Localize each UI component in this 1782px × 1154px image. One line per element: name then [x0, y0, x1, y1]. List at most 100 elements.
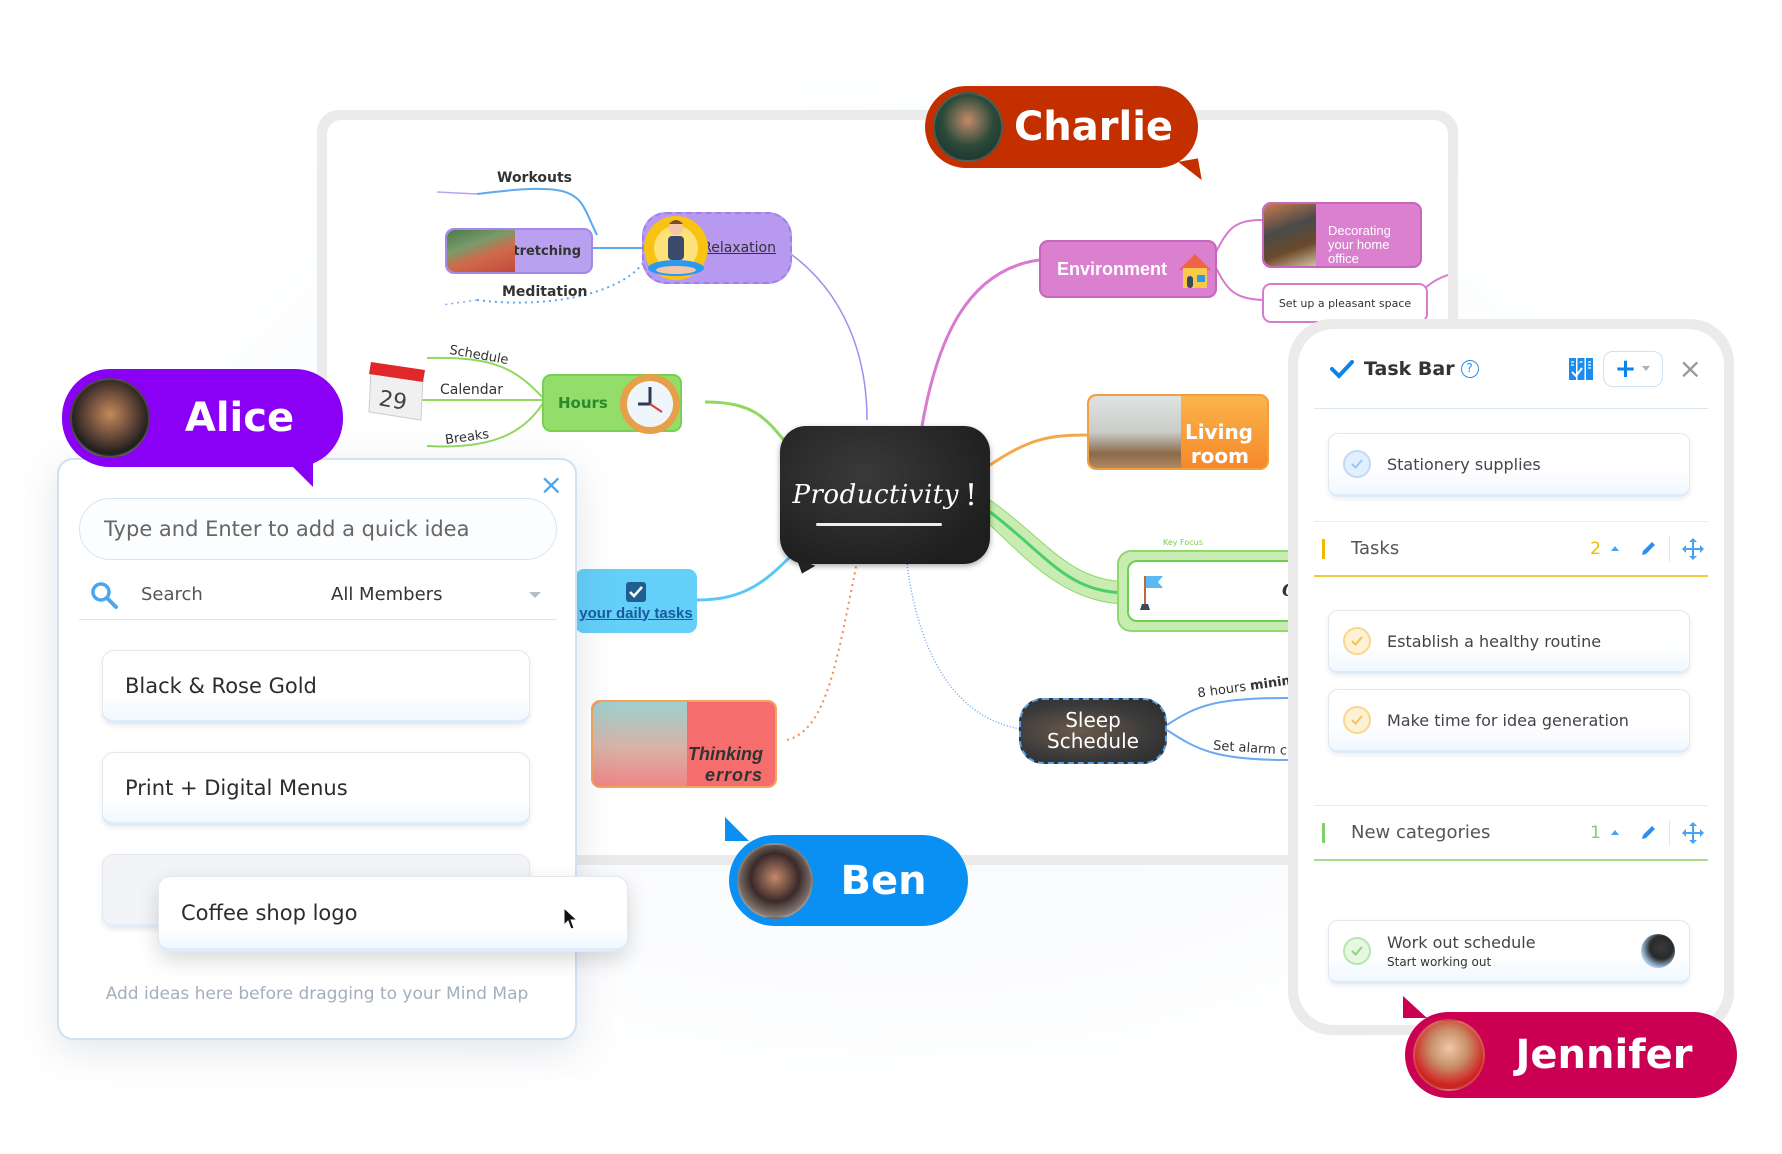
central-node[interactable]: Productivity !	[780, 426, 990, 578]
task-status-checkbox[interactable]	[1343, 937, 1371, 965]
task-bar-panel: Task Bar ? + × Stationery supplies Tasks…	[1298, 329, 1724, 1025]
connector-hours-central	[704, 400, 794, 451]
node-hours[interactable]: Hours	[542, 374, 682, 434]
branch-label-calendar[interactable]: Calendar	[440, 382, 503, 398]
clock-icon	[620, 374, 680, 434]
collaborator-alice: Alice	[62, 369, 343, 487]
calendar-icon: 29	[368, 362, 425, 421]
search-input[interactable]: Search	[141, 584, 331, 605]
plus-icon: +	[1614, 353, 1637, 384]
search-icon[interactable]	[89, 580, 119, 610]
collaborator-ben: Ben	[725, 817, 968, 926]
search-filter-row: Search All Members	[79, 570, 557, 620]
avatar-ben	[737, 842, 813, 919]
task-item[interactable]: Work out schedule Start working out	[1328, 920, 1690, 984]
node-stretching[interactable]: Stretching	[445, 228, 593, 274]
collaborator-name: Charlie	[1013, 104, 1174, 150]
collaborator-name: Ben	[840, 857, 927, 904]
node-thinking-errors-label-2: errors	[704, 765, 763, 785]
move-icon[interactable]	[1682, 537, 1704, 560]
connector-relaxation-central	[781, 247, 868, 421]
collaborator-name: Jennifer	[1515, 1032, 1693, 1078]
collapse-icon[interactable]	[1611, 830, 1619, 835]
task-text: Stationery supplies	[1387, 454, 1541, 474]
task-subtext: Start working out	[1387, 955, 1492, 969]
category-color-bar	[1322, 538, 1325, 559]
node-pleasant-space[interactable]: Set up a pleasant space	[1262, 283, 1428, 323]
idea-card[interactable]: Black & Rose Gold	[102, 650, 530, 724]
dragging-idea-card[interactable]: Coffee shop logo	[158, 876, 628, 952]
kanban-board-icon[interactable]	[1568, 357, 1593, 380]
task-item[interactable]: Establish a healthy routine	[1328, 610, 1690, 674]
collaborator-charlie: Charlie	[925, 86, 1202, 184]
task-status-checkbox[interactable]	[1343, 706, 1371, 734]
collapse-icon[interactable]	[1611, 546, 1619, 551]
chalk-underline	[816, 523, 942, 526]
office-photo	[1264, 204, 1316, 266]
members-filter-select[interactable]: All Members	[331, 584, 529, 605]
node-thinking-errors-label-1: Thinking	[688, 744, 763, 764]
node-living-room-label-1: Living	[1184, 420, 1253, 444]
idea-card[interactable]: Print + Digital Menus	[102, 752, 530, 826]
branch-label-meditation[interactable]: Meditation	[502, 284, 587, 300]
category-tasks[interactable]: Tasks 2	[1314, 521, 1708, 577]
stretching-photo	[447, 230, 515, 272]
ideas-hint: Add ideas here before dragging to your M…	[105, 984, 529, 1004]
close-icon[interactable]: ×	[1679, 352, 1702, 385]
close-icon[interactable]: ×	[540, 468, 563, 501]
node-daily-tasks-label: your daily tasks	[579, 604, 693, 622]
move-icon[interactable]	[1682, 821, 1704, 844]
connector-pleasant-space	[1211, 259, 1263, 301]
category-name: Tasks	[1351, 538, 1400, 559]
node-sleep-label-1: Sleep	[1065, 708, 1121, 732]
node-hours-label: Hours	[558, 394, 608, 412]
divider	[1669, 535, 1670, 562]
chevron-down-icon[interactable]	[529, 591, 541, 598]
connector-thinking-errors	[786, 561, 858, 741]
assignee-avatar[interactable]	[1641, 934, 1675, 968]
calendar-day: 29	[377, 386, 409, 415]
check-icon	[1351, 636, 1363, 646]
node-decorating-office[interactable]: Decorating your home office	[1262, 202, 1422, 268]
check-icon	[1351, 946, 1363, 956]
node-decorating-label-3: office	[1328, 251, 1359, 266]
node-environment[interactable]: Environment	[1039, 240, 1217, 298]
connector-meditation-tail	[441, 299, 478, 306]
task-status-checkbox[interactable]	[1343, 450, 1371, 478]
goals-tag: Key Focus	[1163, 538, 1203, 547]
node-living-room[interactable]: Living room	[1087, 394, 1269, 470]
branch-label-workouts[interactable]: Workouts	[497, 170, 572, 186]
connector-daily-tasks	[696, 548, 799, 602]
central-node-exclaim: !	[964, 477, 978, 513]
node-decorating-label-1: Decorating	[1328, 223, 1391, 238]
lightbulb-photo	[593, 702, 687, 786]
node-sleep-label-2: Schedule	[1047, 729, 1139, 753]
add-task-button[interactable]: +	[1602, 350, 1663, 387]
connector-environment-central	[920, 258, 1040, 427]
connector-workouts-tail	[436, 191, 478, 195]
category-new-categories[interactable]: New categories 1	[1314, 805, 1708, 861]
task-bar-frame: Task Bar ? + × Stationery supplies Tasks…	[1288, 319, 1734, 1035]
chevron-down-icon	[1642, 366, 1651, 371]
node-relaxation[interactable]: Relaxation	[642, 212, 792, 284]
bubble-pointer	[1178, 158, 1202, 184]
node-thinking-errors[interactable]: Thinking errors	[591, 700, 777, 788]
pencil-icon[interactable]	[1639, 824, 1657, 842]
node-stretching-label: Stretching	[504, 243, 581, 259]
checkbox-checked-icon	[626, 581, 646, 602]
checkmark-icon	[1330, 359, 1354, 379]
pencil-icon[interactable]	[1639, 540, 1657, 558]
task-status-checkbox[interactable]	[1343, 627, 1371, 655]
task-bar-header: Task Bar ? + ×	[1314, 329, 1708, 409]
collaborator-jennifer: Jennifer	[1403, 996, 1737, 1098]
house-icon	[1179, 254, 1211, 288]
node-daily-tasks[interactable]: your daily tasks	[575, 569, 697, 633]
category-count: 1	[1590, 822, 1601, 843]
quick-idea-input[interactable]	[79, 498, 557, 560]
node-sleep-schedule[interactable]: Sleep Schedule	[1019, 698, 1167, 764]
help-icon[interactable]: ?	[1460, 359, 1479, 378]
central-node-title: Productivity	[792, 480, 959, 510]
task-item[interactable]: Stationery supplies	[1328, 433, 1690, 497]
task-item[interactable]: Make time for idea generation	[1328, 689, 1690, 753]
divider	[1669, 819, 1670, 846]
